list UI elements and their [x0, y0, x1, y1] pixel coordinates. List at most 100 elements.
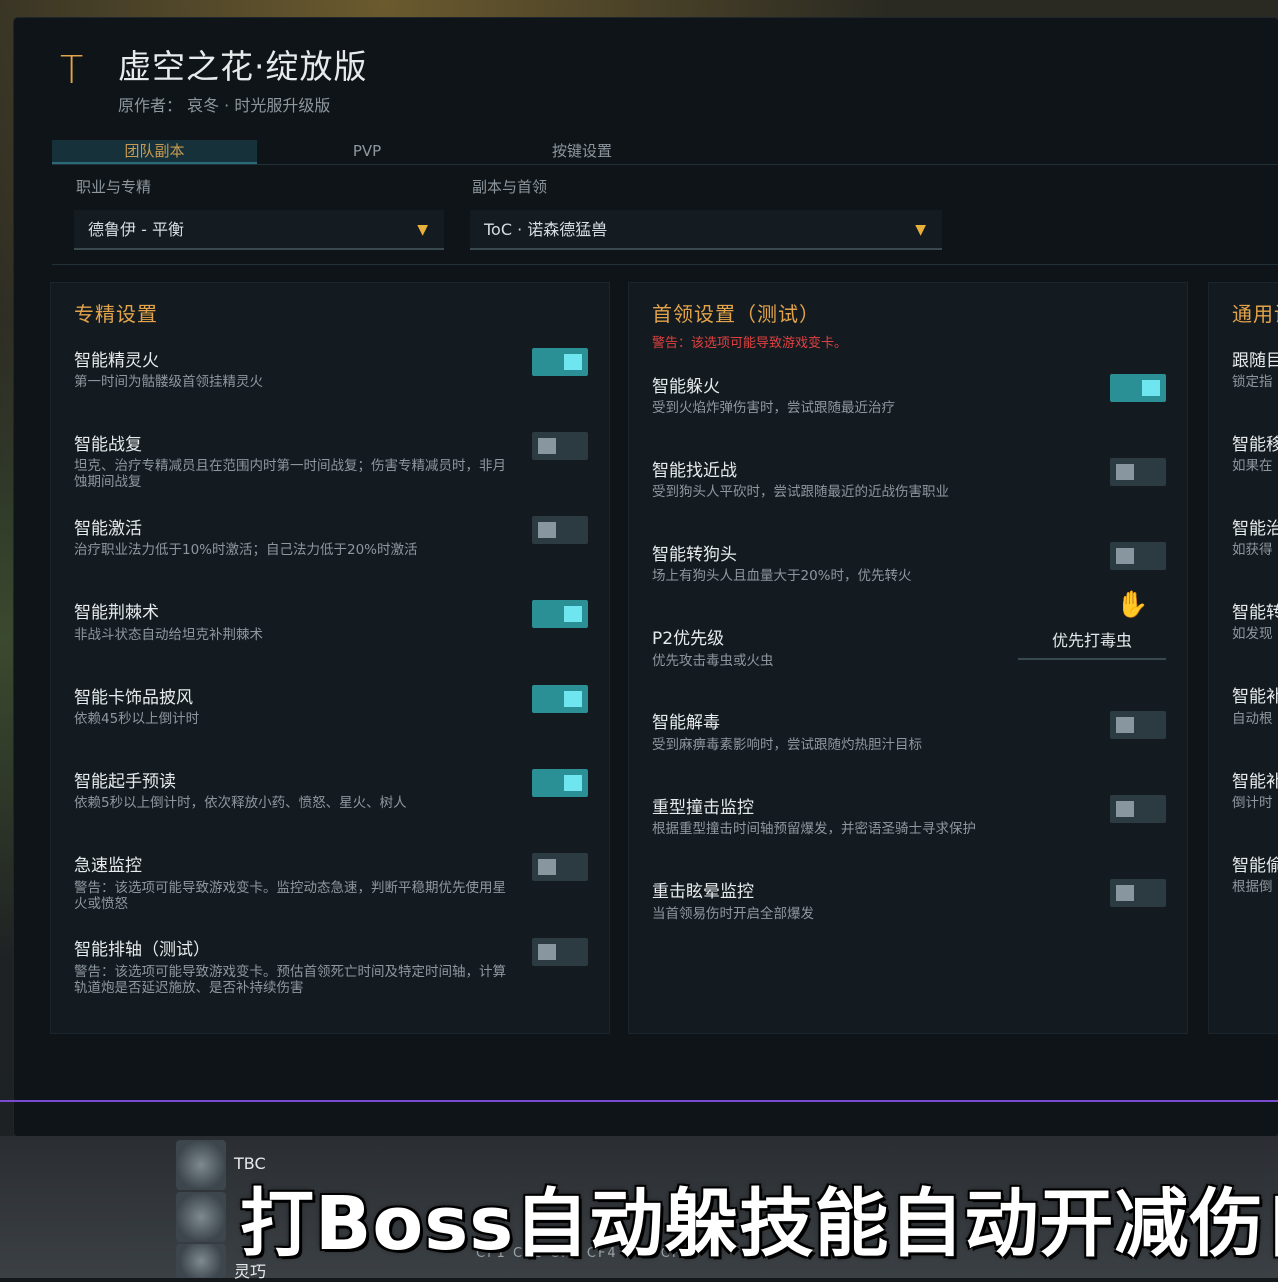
- addon-logo-icon: T: [60, 48, 84, 92]
- boss-option-name: 重型撞击监控: [652, 798, 754, 818]
- general-option-name: 跟随目: [1232, 351, 1278, 371]
- toggle-knob: [538, 859, 556, 875]
- spec-option-name: 智能精灵火: [74, 351, 159, 371]
- spec-option-toggle[interactable]: [532, 769, 588, 797]
- boss-option-toggle[interactable]: [1110, 374, 1166, 402]
- class-spec-label: 职业与专精: [76, 178, 152, 196]
- addon-subtitle: 原作者： 哀冬 · 时光服升级版: [118, 96, 331, 115]
- tab-bar: 团队副本 PVP 按键设置: [52, 140, 1278, 164]
- general-option-name: 智能偷: [1232, 856, 1278, 876]
- general-option-name: 智能转: [1232, 603, 1278, 623]
- instance-boss-select[interactable]: ToC · 诺森德猛兽 ▼: [470, 210, 942, 250]
- spec-option-toggle[interactable]: [532, 516, 588, 544]
- boss-option-desc: 受到火焰炸弹伤害时，尝试跟随最近治疗: [652, 400, 895, 416]
- boss-settings-warning: 警告：该选项可能导致游戏变卡。: [652, 336, 848, 351]
- general-settings-title: 通用设: [1232, 302, 1278, 326]
- spec-option-desc: 警告：该选项可能导致游戏变卡。监控动态急速，判断平稳期优先使用星火或愤怒: [74, 880, 506, 912]
- toggle-knob: [564, 354, 582, 370]
- toggle-knob: [1116, 717, 1134, 733]
- class-spec-value: 德鲁伊 - 平衡: [88, 220, 184, 239]
- boss-option-desc: 场上有狗头人且血量大于20%时，优先转火: [652, 568, 912, 584]
- class-spec-select[interactable]: 德鲁伊 - 平衡 ▼: [74, 210, 444, 250]
- video-caption: 打Boss自动躲技能自动开减伤自: [240, 1181, 1278, 1267]
- boss-option-toggle[interactable]: [1110, 458, 1166, 486]
- boss-option-desc: 受到狗头人平砍时，尝试跟随最近的近战伤害职业: [652, 484, 949, 500]
- spec-option-name: 智能排轴（测试）: [74, 940, 210, 960]
- boss-option-name: P2优先级: [652, 629, 725, 649]
- boss-option-toggle[interactable]: [1110, 711, 1166, 739]
- boss-option-desc: 受到麻痹毒素影响时，尝试跟随灼热胆汁目标: [652, 737, 922, 753]
- boss-option-desc: 当首领易伤时开启全部爆发: [652, 906, 814, 922]
- toggle-knob: [564, 775, 582, 791]
- boss-option-desc: 根据重型撞击时间轴预留爆发，并密语圣骑士寻求保护: [652, 821, 976, 837]
- tab-pvp[interactable]: PVP: [267, 140, 467, 162]
- spec-option-name: 智能战复: [74, 435, 142, 455]
- general-option-name: 智能移: [1232, 435, 1278, 455]
- toggle-knob: [538, 944, 556, 960]
- toggle-knob: [1116, 801, 1134, 817]
- general-option-name: 智能治: [1232, 519, 1278, 539]
- boss-option-name: 智能转狗头: [652, 545, 737, 565]
- general-option-desc: 如获得: [1232, 542, 1273, 558]
- toggle-knob: [538, 438, 556, 454]
- toggle-knob: [564, 606, 582, 622]
- tab-divider: [52, 164, 1278, 165]
- spec-settings-title: 专精设置: [74, 302, 158, 326]
- general-option-desc: 自动根: [1232, 711, 1273, 727]
- boss-option-name: 智能解毒: [652, 713, 720, 733]
- spec-option-toggle[interactable]: [532, 600, 588, 628]
- p2-priority-select[interactable]: 优先打毒虫: [1018, 626, 1166, 660]
- boss-option-toggle[interactable]: [1110, 879, 1166, 907]
- spec-option-name: 智能卡饰品披风: [74, 688, 193, 708]
- toggle-knob: [1116, 464, 1134, 480]
- action-slot-icon[interactable]: [176, 1192, 226, 1242]
- general-option-name: 智能补: [1232, 687, 1278, 707]
- action-slot-icon[interactable]: [176, 1244, 226, 1278]
- spec-option-desc: 警告：该选项可能导致游戏变卡。预估首领死亡时间及特定时间轴，计算轨道炮是否延迟施…: [74, 964, 506, 996]
- general-option-desc: 如果在: [1232, 458, 1273, 474]
- boss-option-toggle[interactable]: [1110, 795, 1166, 823]
- spec-option-name: 智能激活: [74, 519, 142, 539]
- spec-settings-panel: [50, 282, 610, 1034]
- spec-option-desc: 依赖5秒以上倒计时，依次释放小药、愤怒、星火、树人: [74, 795, 407, 811]
- toggle-knob: [564, 691, 582, 707]
- tab-raid[interactable]: 团队副本: [52, 140, 257, 164]
- spec-option-name: 智能荆棘术: [74, 603, 159, 623]
- divider-line: [0, 1100, 1278, 1102]
- selector-divider: [52, 264, 1278, 265]
- spec-option-desc: 治疗职业法力低于10%时激活；自己法力低于20%时激活: [74, 542, 418, 558]
- boss-option-name: 智能找近战: [652, 461, 737, 481]
- toggle-knob: [1116, 548, 1134, 564]
- toggle-knob: [1116, 885, 1134, 901]
- general-option-desc: 锁定指: [1232, 374, 1273, 390]
- spec-option-toggle[interactable]: [532, 432, 588, 460]
- boss-option-name: 重击眩晕监控: [652, 882, 754, 902]
- spec-option-toggle[interactable]: [532, 938, 588, 966]
- dropdown-arrow-icon: ▼: [417, 222, 428, 238]
- mouse-cursor-icon: ✋: [1116, 590, 1149, 620]
- boss-option-desc: 优先攻击毒虫或火虫: [652, 653, 774, 669]
- general-option-desc: 根据倒: [1232, 879, 1273, 895]
- boss-settings-title: 首领设置（测试）: [652, 302, 820, 326]
- spec-option-name: 急速监控: [74, 856, 142, 876]
- boss-option-toggle[interactable]: [1110, 542, 1166, 570]
- instance-boss-label: 副本与首领: [472, 178, 548, 196]
- spec-option-name: 智能起手预读: [74, 772, 176, 792]
- general-option-desc: 如发现: [1232, 626, 1273, 642]
- boss-option-name: 智能躲火: [652, 377, 720, 397]
- general-option-name: 智能补: [1232, 772, 1278, 792]
- spec-option-toggle[interactable]: [532, 853, 588, 881]
- toggle-knob: [1142, 380, 1160, 396]
- spec-option-desc: 第一时间为骷髅级首领挂精灵火: [74, 374, 263, 390]
- toggle-knob: [538, 522, 556, 538]
- general-option-desc: 倒计时: [1232, 795, 1273, 811]
- dropdown-arrow-icon: ▼: [915, 222, 926, 238]
- spec-option-toggle[interactable]: [532, 685, 588, 713]
- spec-option-desc: 非战斗状态自动给坦克补荆棘术: [74, 627, 263, 643]
- instance-boss-value: ToC · 诺森德猛兽: [484, 220, 608, 239]
- tab-keybinds[interactable]: 按键设置: [482, 140, 682, 162]
- spec-option-toggle[interactable]: [532, 348, 588, 376]
- action-slot-icon[interactable]: [176, 1140, 226, 1190]
- spec-option-desc: 坦克、治疗专精减员且在范围内时第一时间战复；伤害专精减员时，非月蚀期间战复: [74, 458, 506, 490]
- spec-option-desc: 依赖45秒以上倒计时: [74, 711, 200, 727]
